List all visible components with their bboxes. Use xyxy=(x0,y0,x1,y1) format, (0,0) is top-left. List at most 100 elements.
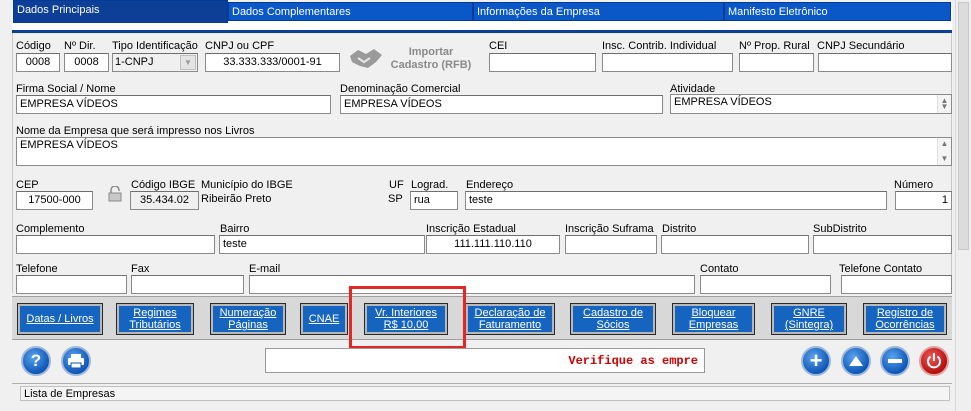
nome-livros-scrollbar[interactable]: ▲ ▼ xyxy=(937,138,951,165)
up-button[interactable] xyxy=(841,346,871,376)
printer-icon xyxy=(68,354,84,369)
nome-livros-label: Nome da Empresa que será impresso nos Li… xyxy=(16,125,255,137)
fax-field[interactable] xyxy=(131,275,244,294)
endereco-label: Endereço xyxy=(466,179,514,191)
telefone-contato-label: Telefone Contato xyxy=(839,263,923,275)
exit-button[interactable] xyxy=(919,346,949,376)
contato-field[interactable] xyxy=(700,275,831,294)
telefone-contato-field[interactable] xyxy=(841,275,952,294)
suframa-label: Inscrição Suframa xyxy=(565,223,654,235)
status-bar: Lista de Empresas xyxy=(12,383,952,401)
window-scrollbar[interactable] xyxy=(955,0,971,411)
lock-icon[interactable] xyxy=(106,186,124,202)
registro-ocorrencias-line2: Ocorrências xyxy=(875,319,935,331)
numero-label: Número xyxy=(894,179,934,191)
remove-button[interactable] xyxy=(880,346,910,376)
email-field[interactable] xyxy=(249,275,695,294)
atividade-scrollbar[interactable]: ▲ ▼ xyxy=(937,95,951,113)
bloquear-empresas-line1: Bloquear xyxy=(691,307,736,319)
uf-label: UF xyxy=(389,179,404,191)
minus-icon xyxy=(888,359,902,363)
email-label: E-mail xyxy=(249,263,281,275)
insc-contrib-field[interactable] xyxy=(602,53,733,72)
question-icon: ? xyxy=(30,351,42,370)
regimes-tributarios-button[interactable]: Regimes Tributários xyxy=(116,303,194,335)
triangle-up-icon xyxy=(849,356,863,366)
suframa-field[interactable] xyxy=(565,235,657,254)
gnre-sintegra-button[interactable]: GNRE (Sintegra) xyxy=(771,303,847,335)
firma-field[interactable]: EMPRESA VÍDEOS xyxy=(16,95,331,114)
bloquear-empresas-button[interactable]: Bloquear Empresas xyxy=(672,303,755,335)
denominacao-label: Denominação Comercial xyxy=(340,83,461,95)
codigo-field[interactable]: 0008 xyxy=(16,53,60,72)
telefone-label: Telefone xyxy=(16,263,58,275)
complemento-label: Complemento xyxy=(16,223,85,235)
atividade-field[interactable]: EMPRESA VÍDEOS ▲ ▼ xyxy=(670,94,952,114)
plus-icon: + xyxy=(809,348,823,373)
scrollbar-thumb[interactable] xyxy=(958,2,969,250)
telefone-field[interactable] xyxy=(16,275,127,294)
arrow-up-icon[interactable]: ▲ xyxy=(938,139,951,149)
nome-livros-value: EMPRESA VÍDEOS xyxy=(20,139,118,151)
inscricao-estadual-field[interactable]: 111.111.110.110 xyxy=(426,235,560,254)
numeracao-paginas-line2: Páginas xyxy=(228,319,268,331)
prop-rural-field[interactable] xyxy=(739,53,814,72)
chevron-down-icon[interactable]: ▼ xyxy=(180,55,196,70)
endereco-field[interactable]: teste xyxy=(465,191,887,210)
cnpj-field[interactable]: 33.333.333/0001-91 xyxy=(205,53,340,72)
municipio-value: Ribeirão Preto xyxy=(201,193,272,205)
gnre-sintegra-line2: (Sintegra) xyxy=(784,319,834,331)
ndir-label: Nº Dir. xyxy=(64,40,96,52)
registro-ocorrencias-button[interactable]: Registro de Ocorrências xyxy=(863,303,947,335)
cadastro-socios-line1: Cadastro de xyxy=(583,307,643,319)
tab-manifesto-eletronico[interactable]: Manifesto Eletrônico xyxy=(724,2,951,21)
arrow-down-icon[interactable]: ▼ xyxy=(938,102,951,112)
registro-ocorrencias-line1: Registro de xyxy=(876,307,934,319)
power-icon xyxy=(927,353,941,369)
numeracao-paginas-button[interactable]: Numeração Páginas xyxy=(210,303,286,335)
tipo-identificacao-label: Tipo Identificação xyxy=(112,40,198,52)
prop-rural-label: Nº Prop. Rural xyxy=(739,40,810,52)
datas-livros-button[interactable]: Datas / Livros xyxy=(17,303,103,335)
numero-field[interactable]: 1 xyxy=(895,191,952,210)
datas-livros-label: Datas / Livros xyxy=(26,313,94,325)
subdistrito-label: SubDistrito xyxy=(813,223,867,235)
cnae-label: CNAE xyxy=(308,313,340,325)
print-button[interactable] xyxy=(61,346,91,376)
help-button[interactable]: ? xyxy=(21,346,51,376)
bairro-field[interactable]: teste xyxy=(219,235,425,254)
cnpj-secundario-field[interactable] xyxy=(818,53,952,72)
municipio-label: Município do IBGE xyxy=(201,179,293,191)
cnpj-secundario-label: CNPJ Secundário xyxy=(817,40,905,52)
cnae-button[interactable]: CNAE xyxy=(300,303,348,335)
cei-field[interactable] xyxy=(489,53,596,72)
subdistrito-field[interactable] xyxy=(813,235,952,254)
tab-informacoes-empresa[interactable]: Informações da Empresa xyxy=(473,2,724,21)
tab-dados-principais[interactable]: Dados Principais xyxy=(13,0,228,23)
declaracao-faturamento-line2: Faturamento xyxy=(478,319,542,331)
arrow-down-icon[interactable]: ▼ xyxy=(938,154,951,164)
contato-label: Contato xyxy=(700,263,739,275)
ibge-field[interactable]: 35.434.02 xyxy=(130,191,199,210)
numeracao-paginas-line1: Numeração xyxy=(219,307,277,319)
fax-label: Fax xyxy=(131,263,150,275)
tipo-identificacao-value: 1-CNPJ xyxy=(115,56,154,68)
distrito-field[interactable] xyxy=(661,235,809,254)
cei-label: CEI xyxy=(489,40,508,52)
ndir-field[interactable]: 0008 xyxy=(64,53,109,72)
nome-livros-field[interactable]: EMPRESA VÍDEOS ▲ ▼ xyxy=(16,137,952,166)
insc-contrib-label: Insc. Contrib. Individual xyxy=(602,40,717,52)
inscricao-estadual-label: Inscrição Estadual xyxy=(426,223,516,235)
denominacao-field[interactable]: EMPRESA VÍDEOS xyxy=(340,95,663,114)
cnpj-label: CNPJ ou CPF xyxy=(205,40,275,52)
bloquear-empresas-line2: Empresas xyxy=(688,319,739,331)
cadastro-socios-button[interactable]: Cadastro de Sócios xyxy=(570,303,656,335)
declaracao-faturamento-button[interactable]: Declaração de Faturamento xyxy=(465,303,555,335)
importar-cadastro-button[interactable]: Importar Cadastro (RFB) xyxy=(348,44,478,74)
tipo-identificacao-select[interactable]: 1-CNPJ ▼ xyxy=(112,53,198,72)
tab-dados-complementares[interactable]: Dados Complementares xyxy=(228,2,473,21)
cep-field[interactable]: 17500-000 xyxy=(16,191,93,210)
complemento-field[interactable] xyxy=(16,235,215,254)
lograd-field[interactable]: rua xyxy=(410,191,458,210)
add-button[interactable]: + xyxy=(801,346,831,376)
